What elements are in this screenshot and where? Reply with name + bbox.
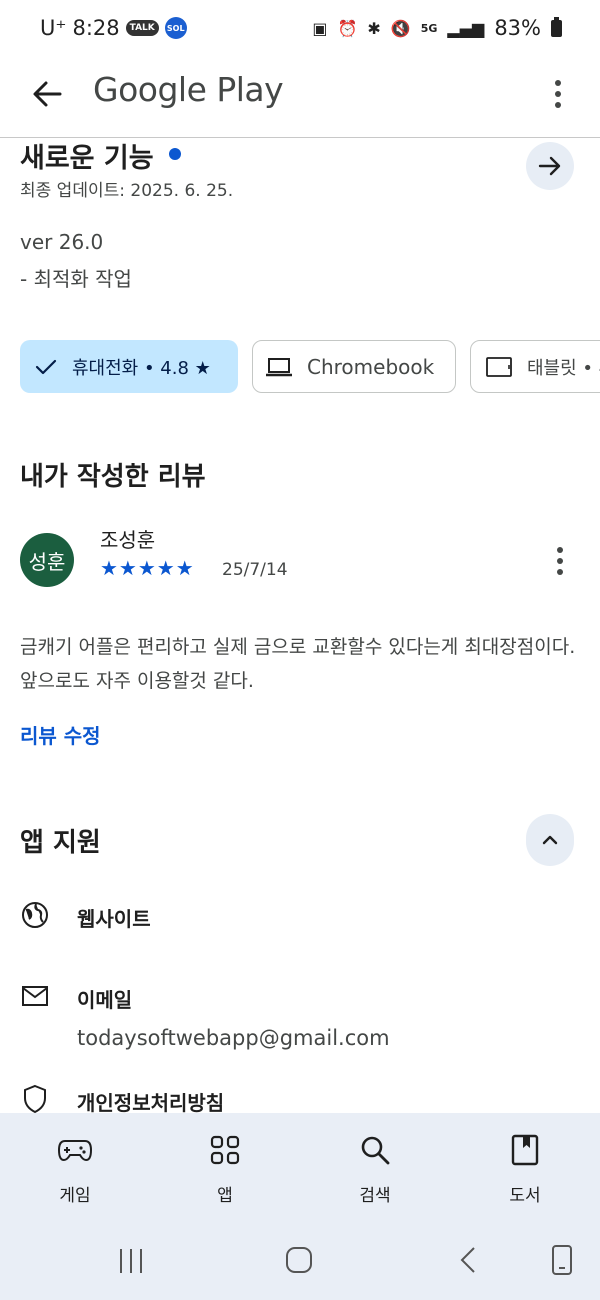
new-indicator-dot	[169, 148, 181, 160]
nav-games-label: 게임	[59, 1186, 91, 1206]
more-vert-dot	[557, 558, 563, 564]
recent-apps-icon	[120, 1249, 142, 1273]
review-date: 25/7/14	[222, 560, 288, 580]
status-bar: U⁺ 8:28 TALK SOL ▣ ⏰ ✱ 🔇 5G ▂▄▆ 83%	[0, 0, 600, 58]
more-vert-dot	[555, 102, 561, 108]
sol-notification-icon: SOL	[164, 17, 187, 39]
website-link[interactable]: 웹사이트	[77, 903, 151, 932]
page-title: Google Play	[93, 70, 284, 109]
version-text: ver 26.0	[20, 230, 104, 254]
system-back-button[interactable]	[454, 1245, 484, 1279]
battery-icon	[551, 16, 562, 37]
more-vert-icon	[557, 547, 563, 553]
home-icon	[286, 1247, 312, 1273]
lock-icon: ▣	[312, 18, 328, 38]
book-icon	[511, 1134, 539, 1166]
my-review-title: 내가 작성한 리뷰	[20, 462, 206, 492]
carrier-label: U⁺	[40, 16, 67, 40]
chip-chromebook-label: Chromebook	[307, 354, 435, 379]
nav-books[interactable]: 도서	[450, 1113, 600, 1230]
laptop-icon	[266, 357, 292, 376]
bluetooth-icon: ✱	[367, 18, 381, 38]
apps-grid-icon	[210, 1135, 240, 1165]
nav-apps-label: 앱	[217, 1186, 233, 1206]
chip-tablet[interactable]: 태블릿 • 4	[470, 340, 600, 393]
nav-games[interactable]: 게임	[0, 1113, 150, 1230]
chip-chromebook[interactable]: Chromebook	[252, 340, 456, 393]
nav-search-label: 검색	[359, 1186, 391, 1206]
battery-percent: 83%	[494, 16, 541, 40]
alarm-icon: ⏰	[337, 18, 358, 38]
whats-new-title: 새로운 기능	[20, 143, 154, 174]
collapse-support-button[interactable]	[526, 814, 574, 866]
privacy-policy-link[interactable]: 개인정보처리방침	[77, 1087, 224, 1116]
more-vert-dot	[557, 569, 563, 575]
more-options-button[interactable]	[546, 72, 570, 116]
gamepad-icon	[57, 1140, 93, 1162]
mail-icon	[20, 981, 50, 1011]
signal-icon: ▂▄▆	[447, 18, 485, 38]
chip-phone[interactable]: 휴대전화 • 4.8 ★	[20, 340, 238, 393]
arrow-back-icon	[33, 81, 62, 107]
check-icon	[35, 359, 57, 374]
chevron-up-icon	[542, 835, 558, 845]
bottom-navigation: 게임 앱 검색 도서	[0, 1113, 600, 1230]
chevron-left-icon	[460, 1247, 475, 1273]
review-more-button[interactable]	[548, 544, 572, 578]
star-rating: ★★★★★	[100, 556, 195, 580]
back-button[interactable]	[26, 72, 70, 116]
email-address[interactable]: todaysoftwebapp@gmail.com	[77, 1026, 390, 1050]
chip-phone-label: 휴대전화 • 4.8 ★	[72, 357, 211, 379]
mute-icon: 🔇	[390, 18, 411, 38]
network-type-label: 5G	[420, 21, 438, 35]
search-icon	[361, 1136, 390, 1165]
tablet-icon	[486, 356, 512, 377]
screen-assist-button[interactable]	[548, 1244, 576, 1280]
reviewer-name: 조성훈	[100, 528, 156, 552]
edit-review-link[interactable]: 리뷰 수정	[20, 720, 101, 749]
globe-icon	[20, 900, 50, 930]
more-vert-icon	[555, 80, 561, 86]
last-updated-text: 최종 업데이트: 2025. 6. 25.	[20, 181, 234, 201]
review-text: 금캐기 어플은 편리하고 실제 금으로 교환할수 있다는게 최대장점이다. 앞으…	[20, 636, 576, 692]
system-navigation-bar	[0, 1230, 600, 1300]
whats-new-arrow-button[interactable]	[526, 142, 574, 190]
arrow-forward-icon	[538, 156, 561, 176]
clock: 8:28	[72, 16, 120, 40]
release-note-text: - 최적화 작업	[20, 267, 132, 291]
app-bar: Google Play	[0, 58, 600, 138]
home-button[interactable]	[284, 1245, 314, 1279]
email-link[interactable]: 이메일	[77, 984, 132, 1013]
talk-notification-icon: TALK	[125, 20, 159, 36]
app-support-title: 앱 지원	[20, 828, 101, 858]
shield-icon	[20, 1084, 50, 1114]
recent-apps-button[interactable]	[116, 1246, 146, 1280]
nav-books-label: 도서	[509, 1186, 541, 1206]
chip-tablet-label: 태블릿 • 4	[527, 357, 600, 379]
phone-outline-icon	[552, 1245, 572, 1275]
nav-apps[interactable]: 앱	[150, 1113, 300, 1230]
more-vert-dot	[555, 91, 561, 97]
nav-search[interactable]: 검색	[300, 1113, 450, 1230]
avatar: 성훈	[20, 533, 74, 587]
